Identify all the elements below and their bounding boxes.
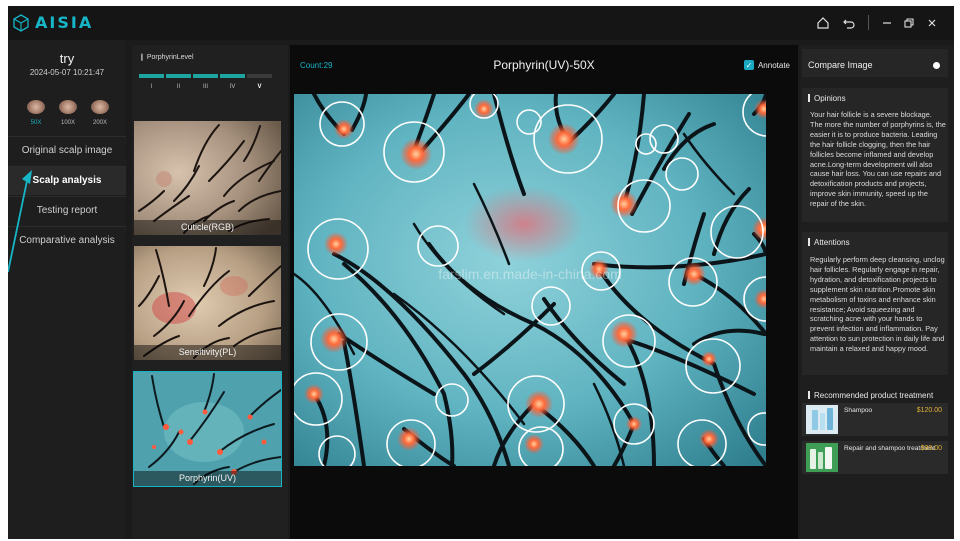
product-price: $120.00 [916,407,942,414]
app-logo: AISIA [12,13,93,32]
recommended-products-title: Recommended product treatment [808,391,933,400]
magnification-100x[interactable]: 100X [56,100,80,126]
level-bar-4 [220,74,245,78]
watermark: farslim.en.made-in-china.com [438,266,622,282]
porphyrin-level-title: ❙ PorphyrinLevel [139,54,194,61]
close-button[interactable] [923,14,941,32]
level-label-2: II [176,84,181,90]
image-viewer: Count:29 Porphyrin(UV)-50X ✓ Annotate fa… [290,45,798,539]
level-label-1: I [150,84,153,90]
thumbnail-sensitivity-pl[interactable]: Sensitivity(PL) [134,246,281,360]
menu-original-scalp-image[interactable]: Original scalp image [8,136,126,165]
analysis-thumbnails-panel: ❙ PorphyrinLevel I II III IV V Cuticle(R… [132,45,288,539]
restore-icon [904,18,914,28]
back-icon [843,19,855,29]
annotate-label: Annotate [757,60,790,70]
magnification-thumbnail [91,100,109,114]
home-button[interactable] [814,14,832,32]
app-window: AISIA try 2024-05-07 10:21:47 50X 100X 2… [8,6,954,539]
opinions-text: Your hair follicle is a severe blockage.… [810,110,946,209]
sensitivity-image [134,246,281,360]
home-icon [817,17,829,29]
magnification-200x[interactable]: 200X [88,100,112,126]
level-bar-2 [166,74,191,78]
minimize-button[interactable] [878,14,896,32]
user-name: try [59,51,75,66]
thumbnail-caption: Cuticle(RGB) [134,220,281,235]
attentions-card: Attentions Regularly perform deep cleans… [802,232,948,375]
level-bar-3 [193,74,218,78]
right-panel: Compare Image Opinions Your hair follicl… [800,45,954,539]
title-bar: AISIA [8,6,954,40]
magnification-thumbnail [59,100,77,114]
product-price: $99.00 [920,445,942,452]
app-name: AISIA [35,13,94,32]
viewer-title: Porphyrin(UV)-50X [493,58,595,72]
magnification-thumbnail [27,100,45,114]
level-label-5: V [257,84,262,90]
attentions-title: Attentions [808,238,850,247]
level-label-3: III [202,84,208,90]
opinions-title: Opinions [808,94,846,103]
active-pointer-arrow [8,170,32,273]
compare-image-card: Compare Image [802,49,948,77]
porphyrin-microscope-image[interactable]: farslim.en.made-in-china.com [294,94,766,466]
magnification-label: 200X [92,120,107,126]
magnification-50x[interactable]: 50X [24,100,48,126]
repair-shampoo-product-image [806,443,838,472]
thumbnail-caption: Sensitivity(PL) [134,345,281,360]
level-bar-5 [247,74,272,78]
left-panel: try 2024-05-07 10:21:47 50X 100X 200X Or… [8,40,126,539]
compare-image-label: Compare Image [808,60,873,70]
level-label-4: IV [229,84,236,90]
back-button[interactable] [840,14,858,32]
check-icon: ✓ [743,60,754,70]
product-item[interactable]: Repair and shampoo treatment $99.00 [802,441,948,474]
thumbnail-porphyrin-uv[interactable]: Porphyrin(UV) [133,371,282,487]
attentions-text: Regularly perform deep cleansing, unclog… [810,255,945,354]
magnification-label: 100X [60,120,75,126]
titlebar-divider [868,15,869,30]
level-bar-1 [139,74,164,78]
porphyrin-thumb-image [134,372,281,486]
user-datetime: 2024-05-07 10:21:47 [29,68,105,77]
cuticle-image [134,121,281,235]
restore-button[interactable] [900,14,918,32]
porphyrin-level-title-text: PorphyrinLevel [146,54,194,61]
minimize-icon [883,22,891,24]
close-icon [928,19,936,27]
thumbnail-cuticle-rgb[interactable]: Cuticle(RGB) [134,121,281,235]
thumbnail-caption: Porphyrin(UV) [134,471,281,486]
shampoo-product-image [806,405,838,434]
product-name: Shampoo [844,407,873,414]
product-item[interactable]: Shampoo $120.00 [802,403,948,436]
opinions-card: Opinions Your hair follicle is a severe … [802,88,948,222]
annotate-checkbox[interactable]: ✓ Annotate [743,60,790,70]
magnification-label: 50X [30,120,42,126]
logo-cube-icon [13,13,29,32]
compare-image-toggle[interactable] [933,62,940,69]
